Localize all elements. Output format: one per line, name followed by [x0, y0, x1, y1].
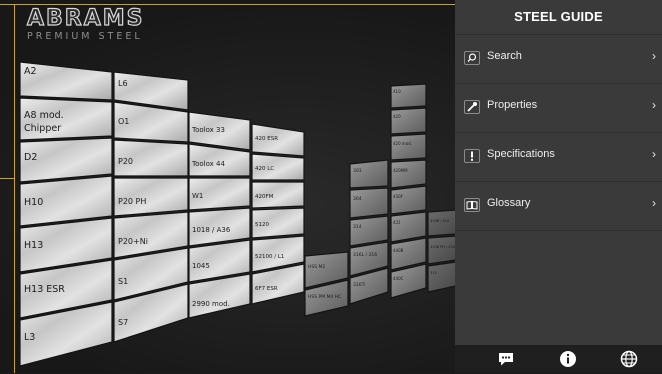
steel-tile[interactable] [390, 107, 427, 135]
steel-tile-label: O1 [118, 117, 129, 126]
steel-tile-label: A2 [24, 66, 37, 77]
menu-item-specifications[interactable]: Specifications › [455, 132, 662, 181]
steel-tile-label: P20 PH [118, 197, 146, 206]
steel-tile-label: Chipper [24, 123, 61, 134]
brand-tagline: PREMIUM STEEL [27, 31, 143, 42]
steel-tile-label: Toolox 33 [191, 126, 225, 134]
steel-tile-label: 430F [393, 194, 404, 199]
steel-tile-label: P20+Ni [118, 237, 148, 246]
steel-tile-label: 420MM [393, 168, 408, 173]
steel-tile-label: L3 [24, 332, 35, 343]
steel-tile-label: W1 [192, 192, 203, 200]
book-icon [464, 198, 480, 212]
steel-tile-label: HSS PM M4 HC [308, 294, 341, 300]
steel-tile-label: 314 [353, 224, 362, 230]
steel-tile-label: 440C [393, 276, 404, 281]
menu-spacer [455, 230, 662, 327]
steel-tile[interactable] [427, 209, 457, 237]
wrench-icon [464, 100, 480, 114]
steel-tile-label: Toolox 44 [191, 160, 225, 168]
steel-tile-label: 316L / 316 [353, 252, 377, 258]
menu-item-glossary[interactable]: Glossary › [455, 181, 662, 230]
steel-tile[interactable] [390, 159, 427, 189]
steel-tile-label: H13 ESR [24, 284, 65, 295]
chat-icon[interactable] [496, 349, 516, 369]
steel-tile[interactable] [427, 235, 457, 265]
steel-tile-label: S7 [118, 318, 128, 327]
steel-tile-label: 410B / 410 [430, 219, 449, 223]
steel-tile-label: 303 [353, 168, 362, 174]
steel-tile-label: H13 [24, 240, 43, 251]
panel-title: STEEL GUIDE [514, 9, 603, 24]
chevron-right-icon: › [652, 147, 656, 161]
panel-menu: Search › Properties › Specifications › G… [455, 34, 662, 327]
steel-tile-label: 440B [393, 248, 404, 253]
search-icon [464, 51, 480, 65]
bottom-toolbar [455, 345, 662, 373]
steel-tile-label: 316Ti [353, 282, 365, 288]
steel-tile[interactable] [349, 215, 389, 247]
steel-tile-label: H10 [24, 197, 43, 208]
steel-tile-label: 2990 mod. [192, 300, 230, 308]
steel-tile-label: 420FM [255, 194, 274, 200]
steel-tile-label: 420 LC [255, 166, 274, 172]
menu-item-label: Search [487, 50, 522, 62]
steel-tile[interactable] [390, 133, 427, 161]
app-root: A2 A8 mod. Chipper D2 H10 H13 H13 ESR L3 L6 O1 P20… [0, 0, 662, 373]
brand-logo: ABRAMS PREMIUM STEEL [26, 6, 145, 42]
steel-tile-label: 6F7 ESR [255, 286, 278, 292]
steel-tile-label: D2 [24, 152, 37, 163]
steel-tile[interactable] [349, 187, 389, 219]
steel-tile-label: 420 ESR [255, 136, 278, 142]
chevron-right-icon: › [652, 49, 656, 63]
globe-icon[interactable] [619, 349, 639, 369]
steel-tile-label: S1 [118, 277, 128, 286]
menu-item-search[interactable]: Search › [455, 34, 662, 83]
steel-tile-label: 52100 / L1 [255, 254, 284, 260]
steel-tile[interactable] [427, 261, 457, 293]
steel-tile-label: 431 [393, 220, 401, 225]
menu-item-label: Specifications [487, 148, 555, 160]
info-icon[interactable] [558, 349, 578, 369]
side-panel: STEEL GUIDE Search › Properties › Specif… [455, 0, 662, 373]
steel-tile-label: 1045 [192, 262, 210, 270]
brand-name: ABRAMS [26, 6, 145, 31]
steel-tile-label: HSS M2 [308, 264, 325, 270]
menu-item-label: Properties [487, 99, 538, 111]
steel-tile-label: A8 mod. [24, 110, 64, 121]
steel-tile-label: P20 [118, 157, 133, 166]
steel-tile-label: 304 [353, 196, 362, 202]
steel-tile-label: 1018 / A36 [192, 226, 231, 234]
steel-tile-label: L6 [118, 79, 128, 88]
chevron-right-icon: › [652, 98, 656, 112]
menu-item-label: Glossary [487, 197, 531, 209]
steel-tile-label: 315 [430, 271, 437, 275]
steel-tile-label: 420 mod. [393, 141, 412, 146]
menu-item-properties[interactable]: Properties › [455, 83, 662, 132]
steel-tile-label: 5120 [255, 222, 269, 228]
steel-wall: A2 A8 mod. Chipper D2 H10 H13 H13 ESR L3 L6 O1 P20… [19, 61, 460, 367]
steel-tile[interactable] [390, 83, 427, 109]
steel-tile[interactable] [390, 211, 427, 243]
steel-tile[interactable] [390, 185, 427, 215]
chevron-right-icon: › [652, 196, 656, 210]
steel-tile-label: 420 [393, 114, 401, 119]
exclamation-icon [464, 149, 480, 163]
steel-tile[interactable] [349, 159, 389, 189]
steel-tile-label: 410 [393, 89, 401, 94]
